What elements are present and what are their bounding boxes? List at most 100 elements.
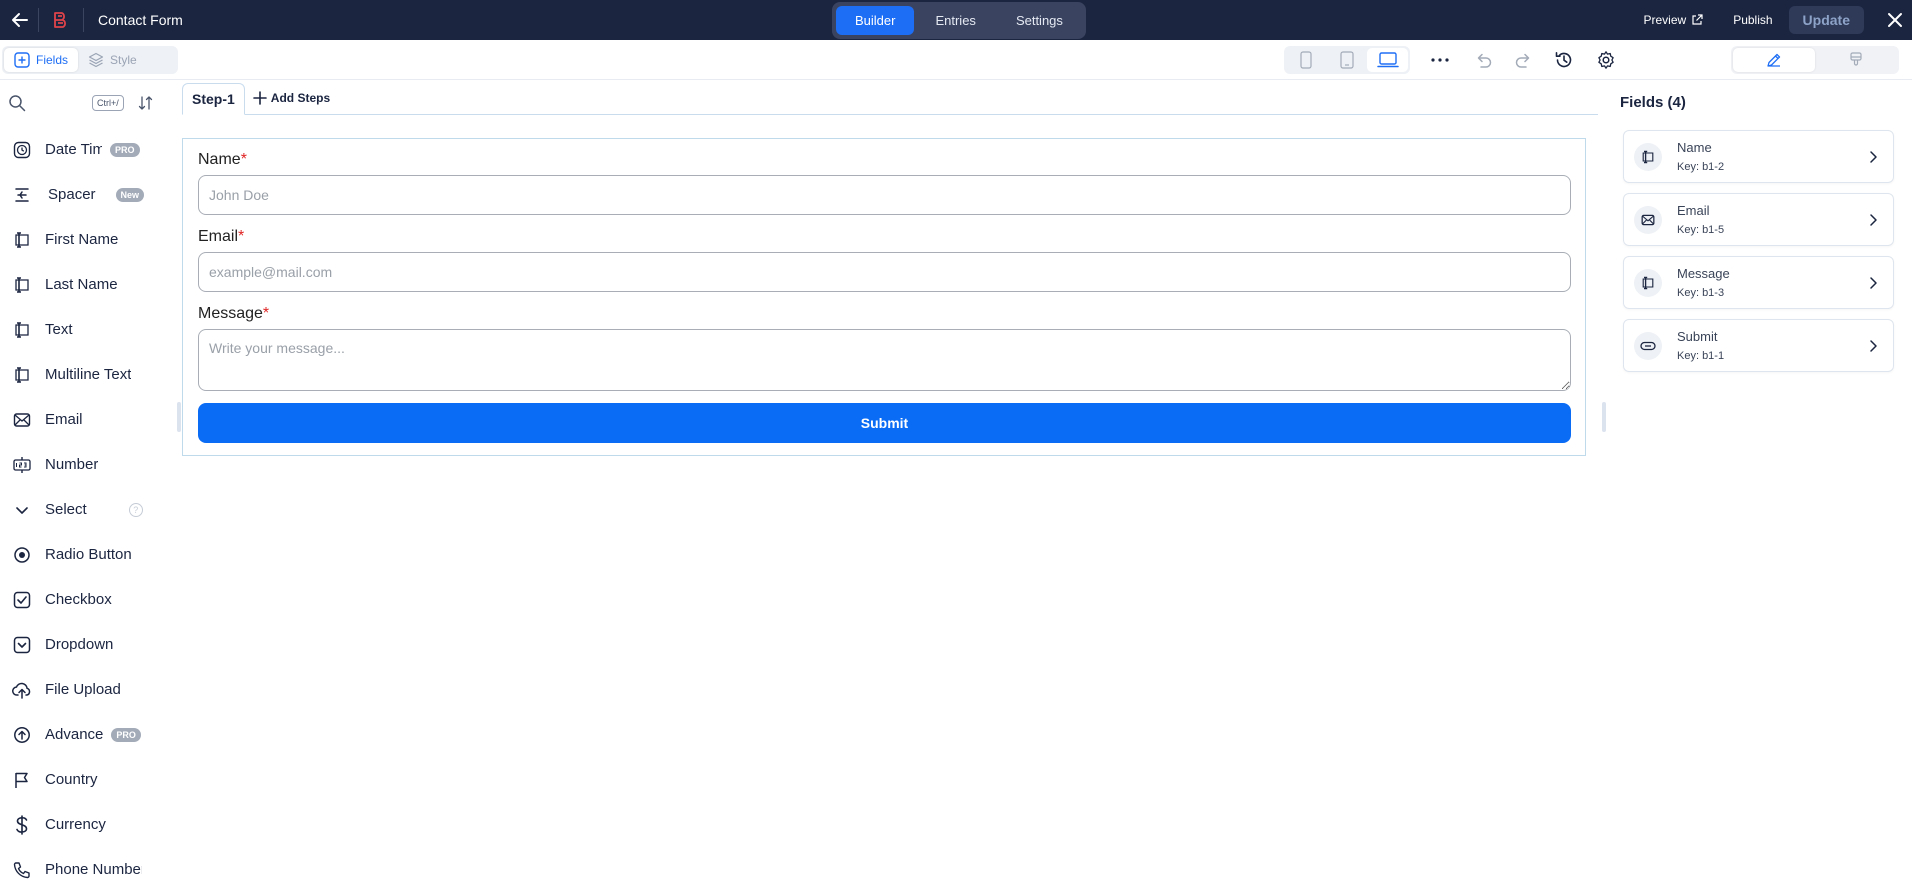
chevron-right-icon: [1863, 276, 1883, 290]
field-item-label: Spacer: [48, 186, 96, 203]
field-item-phone-number[interactable]: Phone Number: [0, 847, 176, 892]
field-item-label: Checkbox: [45, 591, 112, 608]
tab-entries[interactable]: Entries: [916, 6, 994, 35]
email-input[interactable]: [198, 252, 1571, 292]
form-title: Contact Form: [98, 12, 183, 28]
mobile-view-icon[interactable]: [1286, 48, 1327, 72]
pro-badge: PRO: [110, 142, 140, 157]
field-item-label: Email: [45, 411, 83, 428]
field-search-input[interactable]: [32, 92, 88, 114]
paint-brush-icon[interactable]: [1815, 48, 1897, 72]
fields-count-title: Fields (4): [1620, 94, 1686, 111]
phone-icon: [12, 860, 32, 880]
mail-icon: [12, 410, 32, 430]
field-card-key: Key: b1-1: [1677, 350, 1725, 362]
edit-pencil-icon[interactable]: [1733, 48, 1815, 72]
tab-settings[interactable]: Settings: [997, 6, 1082, 35]
style-mode-button[interactable]: Style: [78, 48, 147, 72]
field-item-currency[interactable]: Currency: [0, 802, 176, 847]
field-item-spacer[interactable]: Spacer New: [0, 172, 176, 217]
field-item-checkbox[interactable]: Checkbox: [0, 577, 176, 622]
tab-step-1[interactable]: Step-1: [182, 83, 245, 115]
laptop-view-icon[interactable]: [1367, 48, 1409, 72]
required-asterisk: *: [238, 228, 245, 245]
field-item-first-name[interactable]: First Name: [0, 217, 176, 262]
step-tabs: Step-1 Add Steps: [182, 83, 1598, 115]
email-field-label: Email*: [198, 228, 244, 246]
cloud-upload-icon: [12, 680, 32, 700]
clock-icon: [12, 140, 32, 160]
message-textarea[interactable]: [198, 329, 1571, 391]
back-arrow-icon[interactable]: [2, 0, 38, 40]
field-item-label: Currency: [45, 816, 106, 833]
field-item-last-name[interactable]: Last Name: [0, 262, 176, 307]
number-icon: [12, 455, 32, 475]
tab-builder[interactable]: Builder: [836, 6, 915, 35]
main-tabs: Builder Entries Settings: [832, 2, 1086, 39]
field-item-radio-button[interactable]: Radio Button: [0, 532, 176, 577]
field-item-label: Last Name: [45, 276, 118, 293]
publish-button[interactable]: Publish: [1733, 13, 1772, 27]
field-item-number[interactable]: Number: [0, 442, 176, 487]
message-field-label: Message*: [198, 305, 269, 323]
field-card-key: Key: b1-2: [1677, 161, 1725, 173]
text-cursor-icon: [12, 230, 32, 250]
field-card-title: Message: [1677, 266, 1730, 281]
field-item-file-upload[interactable]: File Upload: [0, 667, 176, 712]
layers-icon: [88, 52, 104, 68]
plus-icon: [252, 91, 267, 105]
preview-button[interactable]: Preview: [1644, 13, 1704, 27]
field-card-text: Email Key: b1-5: [1677, 203, 1863, 236]
more-options-icon[interactable]: [1428, 48, 1452, 72]
preview-label: Preview: [1643, 13, 1687, 27]
settings-gear-icon[interactable]: [1594, 48, 1618, 72]
field-search: Ctrl+/: [8, 91, 168, 115]
field-item-select[interactable]: Select ?: [0, 487, 176, 532]
right-panel-resize-handle[interactable]: [1602, 402, 1606, 432]
field-card-email[interactable]: Email Key: b1-5: [1623, 193, 1894, 246]
field-item-label: Dropdown: [45, 636, 114, 653]
search-shortcut-hint: Ctrl+/: [92, 95, 124, 111]
field-item-country[interactable]: Country: [0, 757, 176, 802]
field-card-submit[interactable]: Submit Key: b1-1: [1623, 319, 1894, 372]
field-card-text: Name Key: b1-2: [1677, 140, 1863, 173]
undo-icon[interactable]: [1472, 48, 1496, 72]
field-item-date-time[interactable]: Date Time PRO: [0, 127, 176, 172]
builder-toolbar: Fields Style: [0, 40, 1912, 80]
history-icon[interactable]: [1552, 48, 1576, 72]
field-item-multiline-text[interactable]: Multiline Text: [0, 352, 176, 397]
add-steps-button[interactable]: Add Steps: [252, 84, 330, 112]
field-card-message[interactable]: Message Key: b1-3: [1623, 256, 1894, 309]
dollar-icon: [12, 814, 32, 835]
chevron-right-icon: [1863, 213, 1883, 227]
field-card-key: Key: b1-3: [1677, 287, 1725, 299]
close-icon[interactable]: [1878, 0, 1912, 40]
help-icon[interactable]: ?: [128, 502, 143, 517]
field-item-dropdown[interactable]: Dropdown: [0, 622, 176, 667]
fields-mode-button[interactable]: Fields: [4, 48, 79, 72]
name-input[interactable]: [198, 175, 1571, 215]
field-card-name[interactable]: Name Key: b1-2: [1623, 130, 1894, 183]
tablet-view-icon[interactable]: [1327, 48, 1368, 72]
submit-button[interactable]: Submit: [198, 403, 1571, 443]
field-type-list: Date Time PRO Spacer New First Name Last…: [0, 127, 176, 892]
field-item-label: Date Time: [45, 141, 102, 158]
update-button[interactable]: Update: [1788, 6, 1864, 34]
new-badge: New: [115, 187, 145, 202]
field-item-advance[interactable]: Advance PRO: [0, 712, 176, 757]
field-item-label: First Name: [45, 231, 119, 248]
panel-mode-switch: [1731, 46, 1899, 74]
mail-icon: [1634, 205, 1662, 234]
field-item-email[interactable]: Email: [0, 397, 176, 442]
left-panel-resize-handle[interactable]: [177, 402, 181, 432]
external-link-icon: [1691, 14, 1703, 26]
redo-icon[interactable]: [1511, 48, 1535, 72]
contact-form-preview: Name* Email* Message* Submit: [182, 138, 1586, 456]
flag-icon: [12, 770, 32, 790]
field-item-text[interactable]: Text: [0, 307, 176, 352]
device-switch: [1284, 46, 1410, 74]
text-cursor-icon: [1634, 268, 1662, 297]
field-item-label: Select: [45, 501, 87, 518]
sort-icon[interactable]: [138, 95, 154, 111]
checkbox-icon: [12, 590, 32, 610]
